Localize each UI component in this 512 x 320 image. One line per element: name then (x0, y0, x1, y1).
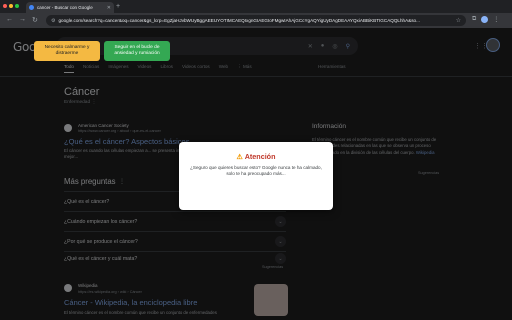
nav-buttons: ← → ↻ (6, 16, 38, 24)
warning-icon: ⚠ (236, 152, 243, 161)
dialog-message: ¿Seguro que quieres buscar esto? Google … (190, 165, 322, 176)
close-tab-icon[interactable]: ✕ (107, 5, 111, 11)
browser-tab[interactable]: cancer - Buscar con Google ✕ (26, 2, 114, 13)
continue-search-button[interactable]: Seguir en el bucle de ansiedad y rumiaci… (104, 41, 170, 61)
extensions-icon[interactable]: ⧉ (472, 16, 476, 23)
reload-icon[interactable]: ↻ (32, 16, 38, 24)
url-text: google.com/search?q=cancer&oq=cancer&gs_… (58, 18, 420, 23)
address-bar[interactable]: ⚙ google.com/search?q=cancer&oq=cancer&g… (46, 15, 466, 26)
profile-icon[interactable] (481, 16, 489, 23)
browser-tab-bar: cancer - Buscar con Google ✕ + (0, 0, 512, 13)
window-controls (3, 4, 19, 8)
toolbar-right: ⧉ ⋮ (472, 16, 499, 23)
new-tab-button[interactable]: + (116, 3, 120, 10)
minimize-window-button[interactable] (9, 4, 13, 8)
menu-icon[interactable]: ⋮ (493, 16, 499, 23)
dialog-title-text: Atención (244, 152, 276, 161)
maximize-window-button[interactable] (15, 4, 19, 8)
close-window-button[interactable] (3, 4, 7, 8)
bookmark-star-icon[interactable]: ☆ (456, 17, 461, 24)
dialog-title: ⚠ Atención (179, 152, 333, 161)
warning-dialog: ⚠ Atención ¿Seguro que quieres buscar es… (179, 142, 333, 210)
calm-down-button[interactable]: Necesito calmarme y distraerme (34, 41, 100, 61)
forward-icon[interactable]: → (19, 16, 26, 24)
browser-toolbar: ← → ↻ ⚙ google.com/search?q=cancer&oq=ca… (0, 13, 512, 28)
tab-title: cancer - Buscar con Google (37, 5, 93, 10)
google-favicon-icon (29, 5, 34, 10)
back-icon[interactable]: ← (6, 16, 13, 24)
site-info-icon[interactable]: ⚙ (51, 18, 55, 24)
